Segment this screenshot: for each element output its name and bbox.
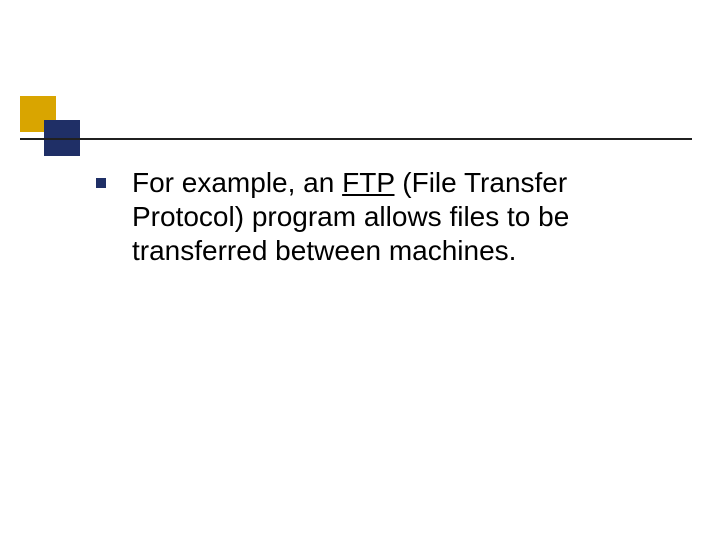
slide: For example, an FTP (File Transfer Proto… [0,0,720,540]
square-bullet-icon [96,178,106,188]
bullet-item: For example, an FTP (File Transfer Proto… [132,166,660,268]
body-text: For example, an FTP (File Transfer Proto… [132,166,660,268]
bullet-text-before: For example, an [132,167,342,198]
horizontal-rule [20,138,692,140]
bullet-text-ftp: FTP [342,167,394,198]
